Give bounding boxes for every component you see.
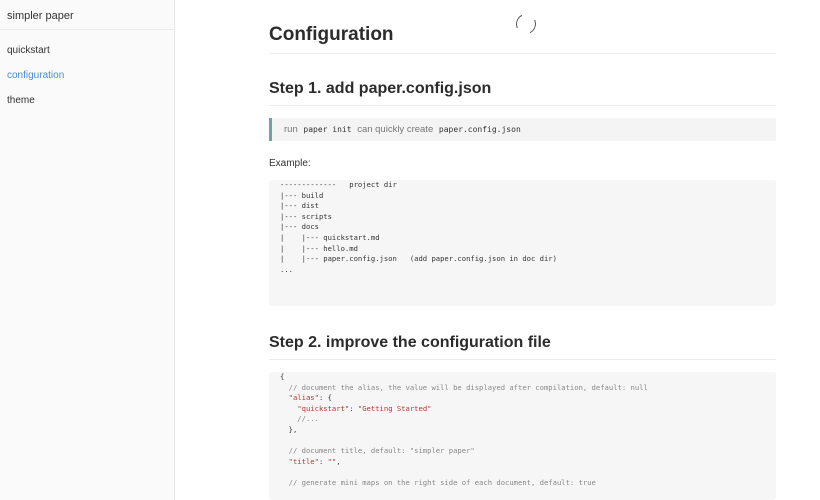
loading-spinner-icon	[516, 14, 538, 36]
code-line: |--- build	[280, 190, 324, 200]
code-line: ...	[280, 264, 293, 274]
code-line: | |--- hello.md	[280, 243, 358, 253]
code-line: {	[280, 372, 285, 381]
code-line: // generate mini maps on the right side …	[280, 477, 596, 487]
code-line: ------------- project dir	[280, 180, 397, 189]
tip-middle: can quickly create	[357, 124, 434, 135]
site-title[interactable]: simpler paper	[0, 0, 174, 30]
code-line: |--- dist	[280, 201, 319, 211]
tip-command: paper init	[303, 125, 352, 134]
sidebar-item-quickstart[interactable]: quickstart	[0, 38, 174, 63]
code-line: "quickstart": "Getting Started"	[297, 403, 432, 413]
sidebar-item-configuration[interactable]: configuration	[0, 63, 174, 88]
step2-heading: Step 2. improve the configuration file	[269, 334, 776, 360]
sidebar-item-theme[interactable]: theme	[0, 88, 174, 113]
main-content: Configuration Step 1. add paper.config.j…	[269, 0, 776, 500]
config-code-block: { // document the alias, the value will …	[269, 372, 776, 500]
sidebar: simpler paper quickstart configuration t…	[0, 0, 175, 500]
tip-file: paper.config.json	[438, 125, 521, 134]
code-line: // document the alias, the value will be…	[280, 382, 648, 392]
code-line: |--- docs	[280, 222, 319, 232]
tip-blockquote: run paper init can quickly create paper.…	[269, 118, 776, 141]
step1-heading: Step 1. add paper.config.json	[269, 80, 776, 106]
code-line: "alias": {	[288, 393, 332, 403]
code-line: | |--- paper.config.json (add paper.conf…	[280, 254, 557, 264]
code-line: //...	[280, 414, 319, 424]
project-tree-code-block: ------------- project dir |--- build |--- …	[269, 180, 776, 306]
tip-prefix: run	[284, 124, 298, 135]
sidebar-nav: quickstart configuration theme	[0, 30, 174, 113]
example-label: Example:	[269, 158, 311, 169]
code-line: "title": "",	[288, 456, 341, 466]
code-line: | |--- quickstart.md	[280, 232, 380, 242]
code-line: |--- scripts	[280, 211, 332, 221]
code-line: // document title, default: "simpler pap…	[280, 446, 475, 456]
code-line: },	[280, 424, 298, 434]
